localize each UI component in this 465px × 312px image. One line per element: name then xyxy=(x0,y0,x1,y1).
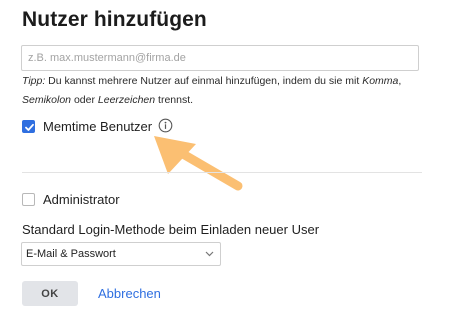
tip-text-3: trennst. xyxy=(155,94,194,106)
login-method-value: E-Mail & Passwort xyxy=(26,248,116,260)
tip-separator-semicolon: Semikolon xyxy=(22,94,72,106)
email-input[interactable] xyxy=(21,45,419,71)
login-method-select[interactable]: E-Mail & Passwort xyxy=(21,242,221,266)
tip-separator-space: Leerzeichen xyxy=(97,94,156,106)
login-method-label: Standard Login-Methode beim Einladen neu… xyxy=(22,222,320,237)
divider xyxy=(22,172,422,173)
checkmark-icon xyxy=(25,123,34,131)
administrator-checkbox[interactable] xyxy=(22,193,35,206)
memtime-user-checkbox[interactable] xyxy=(22,120,35,133)
administrator-label[interactable]: Administrator xyxy=(43,192,120,207)
cancel-link[interactable]: Abbrechen xyxy=(98,286,161,301)
tip-comma: , xyxy=(398,75,402,87)
tip-text-1: Du kannst mehrere Nutzer auf einmal hinz… xyxy=(45,75,363,87)
ok-button[interactable]: OK xyxy=(22,281,78,306)
tip-prefix: Tipp: xyxy=(22,75,46,87)
tip-text: Tipp: Du kannst mehrere Nutzer auf einma… xyxy=(22,72,442,110)
tip-text-2: oder xyxy=(71,94,98,106)
dialog-title: Nutzer hinzufügen xyxy=(22,8,207,31)
tip-separator-comma: Komma xyxy=(362,75,399,87)
memtime-user-label[interactable]: Memtime Benutzer xyxy=(43,119,152,134)
chevron-down-icon xyxy=(205,251,214,257)
pointer-arrow xyxy=(154,136,243,191)
